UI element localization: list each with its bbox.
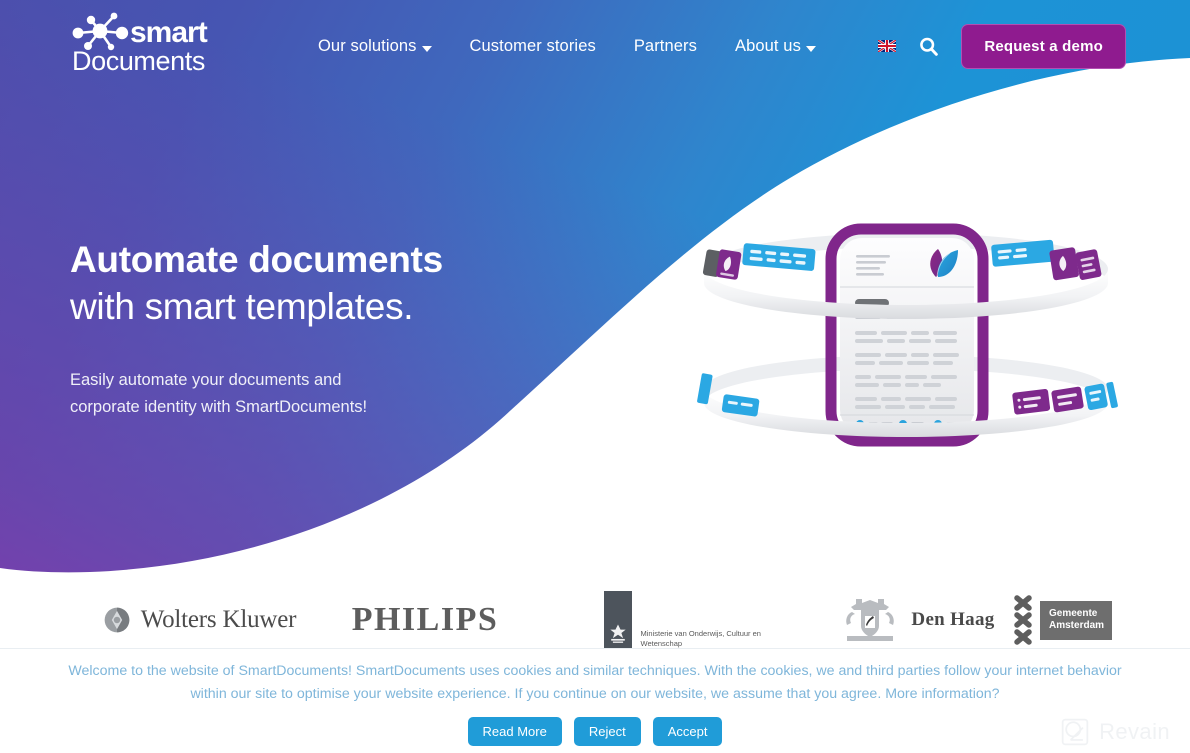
main-navigation: Our solutions Customer stories Partners … — [318, 37, 816, 56]
nav-item-customer-stories[interactable]: Customer stories — [470, 37, 596, 56]
search-icon[interactable] — [918, 36, 939, 57]
amsterdam-crosses-icon — [1014, 595, 1032, 645]
wolters-kluwer-mark-icon — [104, 607, 130, 633]
revain-logo-icon — [1061, 718, 1089, 746]
nav-item-our-solutions[interactable]: Our solutions — [318, 37, 432, 56]
hero-text-block: Automate documents with smart templates.… — [70, 236, 443, 421]
client-name-philips: PHILIPS — [351, 601, 499, 638]
client-name-ministerie-ocw: Ministerie van Onderwijs, Cultuur en Wet… — [640, 628, 761, 648]
document-templates-illustration — [697, 223, 1118, 447]
client-name-gemeente-amsterdam: Gemeente Amsterdam — [1040, 600, 1112, 640]
ministerie-ocw-crest-icon — [603, 591, 632, 649]
cookie-consent-banner: Welcome to the website of SmartDocuments… — [0, 648, 1190, 753]
revain-watermark: Revain — [1060, 717, 1170, 747]
chevron-down-icon — [421, 45, 432, 52]
nav-item-about-us[interactable]: About us — [735, 37, 816, 56]
client-name-wolters-kluwer: Wolters Kluwer — [140, 606, 297, 633]
site-header: smart Documents Our solutions Customer s… — [0, 0, 1190, 92]
hero-illustration — [694, 211, 1118, 457]
cookie-accept-button[interactable]: Accept — [652, 717, 723, 747]
page-title: Automate documents with smart templates. — [70, 236, 443, 331]
nav-label-customer-stories: Customer stories — [469, 36, 596, 55]
client-logo-wolters-kluwer: Wolters Kluwer — [70, 606, 330, 634]
nav-label-about-us: About us — [735, 36, 801, 55]
chevron-down-icon — [805, 45, 816, 52]
client-logo-gemeente-amsterdam: Gemeente Amsterdam — [1012, 594, 1112, 646]
hero-subtitle: Easily automate your documents and corpo… — [70, 367, 443, 421]
den-haag-crest-icon — [846, 599, 895, 641]
smartdocuments-logo[interactable]: smart Documents — [70, 10, 230, 82]
client-name-den-haag: Den Haag — [911, 609, 995, 630]
hero-title-line1: Automate documents — [70, 239, 443, 280]
cookie-button-group: Read More Reject Accept — [467, 717, 723, 747]
cookie-read-more-button[interactable]: Read More — [467, 717, 562, 747]
nav-item-partners[interactable]: Partners — [634, 37, 697, 56]
revain-watermark-label: Revain — [1099, 719, 1170, 744]
client-logo-philips: PHILIPS — [330, 601, 520, 639]
hero-subtitle-line1: Easily automate your documents and — [70, 370, 342, 389]
request-demo-button[interactable]: Request a demo — [961, 23, 1126, 69]
cookie-message: Welcome to the website of SmartDocuments… — [68, 662, 1122, 702]
uk-flag-icon[interactable] — [878, 40, 897, 52]
logo-svg: smart Documents — [72, 12, 209, 76]
hero-title-line2: with smart templates. — [70, 286, 414, 328]
nav-label-partners: Partners — [633, 36, 697, 55]
svg-text:smart: smart — [130, 16, 208, 49]
client-logo-ministerie-ocw: Ministerie van Onderwijs, Cultuur en Wet… — [572, 591, 822, 649]
hero-subtitle-line2: corporate identity with SmartDocuments! — [70, 397, 368, 416]
nav-label-our-solutions: Our solutions — [318, 36, 417, 55]
header-actions: Request a demo — [878, 23, 1126, 69]
svg-text:Documents: Documents — [72, 46, 205, 76]
cookie-reject-button[interactable]: Reject — [573, 717, 641, 747]
client-logo-den-haag: Den Haag — [822, 596, 1012, 644]
